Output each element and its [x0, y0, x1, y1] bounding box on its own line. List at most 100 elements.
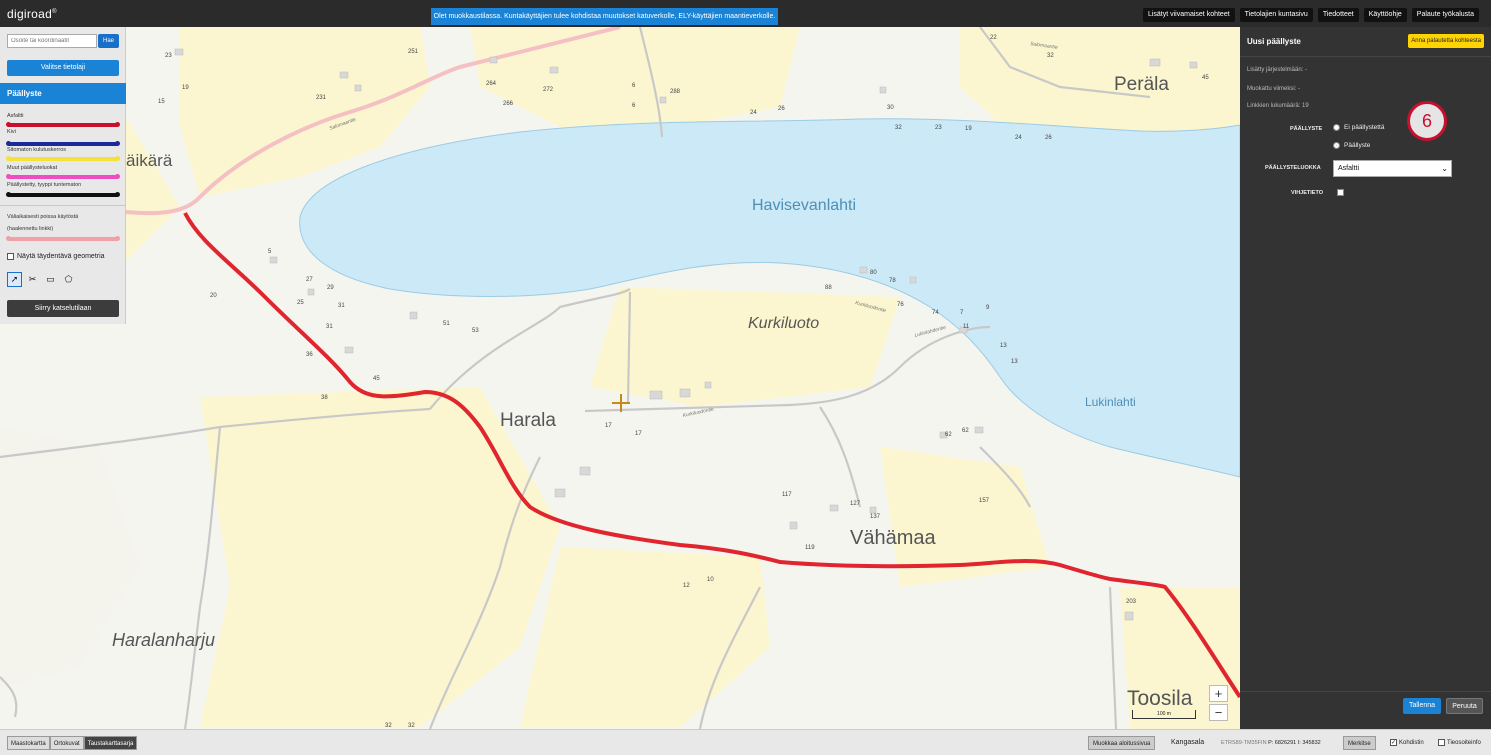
svg-text:76: 76 — [897, 302, 904, 308]
edit-mode-notice: Olet muokkaustilassa. Kuntakäyttäjien tu… — [431, 8, 778, 25]
view-mode-button[interactable]: Siirry katselutilaan — [7, 300, 119, 317]
checkbox-checked-icon[interactable]: ✓ — [1390, 739, 1397, 746]
svg-text:26: 26 — [1045, 135, 1052, 141]
svg-text:51: 51 — [443, 321, 450, 327]
feedback-link[interactable]: Palaute työkalusta — [1411, 8, 1479, 22]
place-name-harala: Harala — [500, 410, 556, 431]
layer-title: Päällyste — [0, 83, 126, 104]
hint-checkbox[interactable] — [1337, 189, 1344, 196]
last-modified: Muokattu viimeksi: - — [1247, 86, 1301, 92]
svg-text:203: 203 — [1126, 599, 1137, 605]
added-to-system: Lisätty järjestelmään: - — [1247, 67, 1308, 73]
basemap-background[interactable]: Taustakarttasarja — [83, 736, 138, 750]
chevron-down-icon: ⌄ — [1441, 164, 1448, 173]
divider — [1240, 691, 1491, 692]
water-name-havisevanlahti: Havisevanlahti — [752, 197, 857, 214]
svg-text:32: 32 — [895, 125, 902, 131]
cut-tool-icon[interactable]: ✂ — [25, 272, 40, 287]
svg-text:25: 25 — [297, 300, 304, 306]
svg-text:45: 45 — [373, 376, 380, 382]
search-input[interactable] — [7, 34, 97, 48]
show-geometry-checkbox[interactable]: Näytä täydentävä geometria — [7, 253, 105, 260]
save-button[interactable]: Tallenna — [1403, 698, 1441, 714]
svg-text:31: 31 — [338, 303, 345, 309]
scale-bar: 100 m — [1132, 710, 1196, 719]
svg-text:38: 38 — [321, 395, 328, 401]
svg-text:62: 62 — [945, 432, 952, 438]
mark-button[interactable]: Merkitse — [1343, 736, 1376, 750]
radio-icon[interactable] — [1333, 142, 1340, 149]
svg-text:20: 20 — [210, 293, 217, 299]
basemap-terrain[interactable]: Maastokartta — [7, 736, 50, 750]
water-name-lukinlahti: Lukinlahti — [1085, 395, 1136, 409]
polygon-tool-icon[interactable]: ⬠ — [61, 272, 76, 287]
road-address-checkbox[interactable]: Tieosoiteinfo — [1438, 739, 1481, 746]
place-name-aikara: äikärä — [126, 151, 173, 170]
legend-bar-asphalt — [6, 122, 120, 127]
radio-no-surface[interactable]: Ei päällystettä — [1333, 124, 1384, 131]
feedback-button[interactable]: Anna palautetta kohteesta — [1408, 34, 1484, 48]
zoom-out-button[interactable]: − — [1209, 704, 1228, 721]
search-button[interactable]: Hae — [98, 34, 119, 48]
checkbox-icon[interactable] — [1438, 739, 1445, 746]
svg-text:78: 78 — [889, 278, 896, 284]
svg-text:30: 30 — [887, 105, 894, 111]
svg-text:19: 19 — [182, 85, 189, 91]
hint-label: VIHJETIETO — [1291, 190, 1323, 196]
legend-label-stone: Kivi — [7, 129, 16, 135]
digiroad-logo[interactable]: digiroad® — [7, 7, 57, 21]
checkbox-icon[interactable] — [7, 253, 14, 260]
svg-text:29: 29 — [327, 285, 334, 291]
added-linear-features-link[interactable]: Lisätyt viivamaiset kohteet — [1142, 8, 1235, 22]
svg-text:32: 32 — [1047, 53, 1054, 59]
svg-text:26: 26 — [778, 106, 785, 112]
svg-text:45: 45 — [1202, 75, 1209, 81]
zoom-in-button[interactable]: + — [1209, 685, 1228, 702]
announcements-link[interactable]: Tiedotteet — [1317, 8, 1359, 22]
surface-class-label: PÄÄLLYSTELUOKKA — [1265, 165, 1321, 171]
place-name-toosila: Toosila — [1127, 687, 1193, 710]
svg-text:10: 10 — [707, 577, 714, 583]
svg-text:36: 36 — [306, 352, 313, 358]
cancel-button[interactable]: Peruuta — [1446, 698, 1483, 714]
radio-surface-label: Päällyste — [1344, 142, 1371, 149]
radio-surface[interactable]: Päällyste — [1333, 142, 1370, 149]
crosshair-label: Kohdistin — [1399, 739, 1424, 746]
municipality-page-link[interactable]: Tietolajien kuntasivu — [1239, 8, 1313, 22]
radio-icon[interactable] — [1333, 124, 1340, 131]
place-name-kurkiluoto: Kurkiluoto — [748, 315, 820, 332]
user-guide-link[interactable]: Käyttöohje — [1363, 8, 1407, 22]
svg-text:88: 88 — [825, 285, 832, 291]
svg-text:15: 15 — [158, 99, 165, 105]
basemap-selector: Maastokartta Ortokuvat Taustakarttasarja — [7, 736, 138, 750]
svg-text:23: 23 — [935, 125, 942, 131]
select-layer-button[interactable]: Valitse tietolaji — [7, 60, 119, 76]
svg-text:157: 157 — [979, 498, 990, 504]
svg-text:17: 17 — [635, 431, 642, 437]
legend-label-unbound: Sitomaton kulutuskerros — [7, 147, 66, 153]
legend-bar-temp-disabled — [6, 236, 120, 241]
crosshair-checkbox[interactable]: ✓ Kohdistin — [1390, 739, 1424, 746]
legend-bar-other — [6, 174, 120, 179]
rectangle-tool-icon[interactable]: ▭ — [43, 272, 58, 287]
map-canvas[interactable]: 23 19 15 251 231 264 266 272 6 6 288 26 24 30 32 23 … — [0, 27, 1240, 729]
map-background: 231915251 231264266272 6628826 243032 23 … — [0, 27, 1240, 729]
edit-start-page-button[interactable]: Muokkaa aloitussivua — [1088, 736, 1156, 750]
surface-class-select[interactable]: Asfaltti ⌄ — [1333, 160, 1452, 177]
select-tool-icon[interactable]: ➚ — [7, 272, 22, 287]
legend-bar-stone — [6, 141, 120, 146]
divider — [1240, 56, 1491, 57]
svg-text:231: 231 — [316, 95, 327, 101]
svg-text:266: 266 — [503, 101, 514, 107]
legend-label-other: Muut päällysteluokat — [7, 165, 58, 171]
svg-text:12: 12 — [683, 583, 690, 589]
svg-text:127: 127 — [850, 501, 861, 507]
coordinate-readout: ETRS89-TM35FIN P: 6826291 I: 345832 — [1221, 740, 1321, 746]
svg-text:24: 24 — [750, 110, 757, 116]
svg-text:288: 288 — [670, 89, 681, 95]
legend-bar-unknown — [6, 192, 120, 197]
place-name-haralanharju: Haralanharju — [112, 630, 216, 650]
edit-toolbar: ➚ ✂ ▭ ⬠ — [7, 272, 76, 287]
basemap-ortho[interactable]: Ortokuvat — [49, 736, 84, 750]
svg-text:80: 80 — [870, 270, 877, 276]
